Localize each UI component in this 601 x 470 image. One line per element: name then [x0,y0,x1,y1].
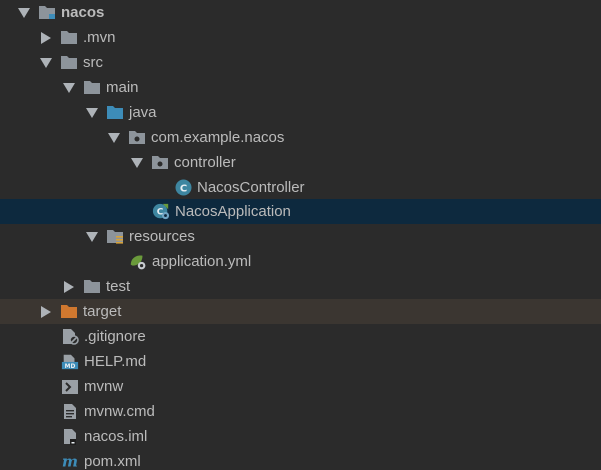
chevron-right-icon[interactable] [38,30,54,46]
chevron-right-icon[interactable] [38,304,54,320]
package-icon [151,155,169,171]
tree-item-nacos-application[interactable]: C NacosApplication [0,199,601,224]
svg-text:MD: MD [65,364,76,370]
tree-item-label: NacosApplication [175,203,291,220]
tree-item-package[interactable]: com.example.nacos [0,125,601,150]
module-folder-icon [38,5,56,21]
tree-item-controller[interactable]: controller [0,150,601,175]
tree-item-label: controller [174,154,236,171]
chevron-down-icon[interactable] [16,5,32,21]
tree-item-mvn[interactable]: .mvn [0,25,601,50]
excluded-folder-icon [60,304,78,320]
tree-item-label: mvnw [84,378,124,395]
tree-item-mvnw-cmd[interactable]: mvnw.cmd [0,399,601,424]
tree-item-nacos[interactable]: nacos [0,0,601,25]
tree-item-label: NacosController [197,179,305,196]
tree-item-application-yml[interactable]: application.yml [0,249,601,274]
tree-item-help-md[interactable]: MD HELP.md [0,349,601,374]
source-folder-icon [106,105,124,121]
tree-item-label: test [106,278,131,295]
chevron-down-icon[interactable] [84,105,100,121]
tree-item-nacos-controller[interactable]: C NacosController [0,175,601,200]
ignored-file-icon [61,329,79,345]
tree-item-pom-xml[interactable]: m pom.xml [0,449,601,470]
module-file-icon [61,429,79,445]
tree-item-label: pom.xml [84,453,141,470]
maven-icon: m [61,453,79,470]
tree-item-label: mvnw.cmd [84,403,155,420]
chevron-down-icon[interactable] [129,155,145,171]
tree-item-test[interactable]: test [0,274,601,299]
tree-item-gitignore[interactable]: .gitignore [0,324,601,349]
tree-item-label: HELP.md [84,353,147,370]
resources-folder-icon [106,229,124,245]
project-tree: nacos .mvn src main java com.example.nac… [0,0,601,470]
tree-item-label: com.example.nacos [151,129,285,146]
svg-text:C: C [179,184,186,195]
spring-config-file-icon [129,254,147,270]
tree-item-label: .mvn [83,29,116,46]
tree-item-target[interactable]: target [0,299,601,324]
tree-item-label: .gitignore [84,328,146,345]
tree-item-mvnw[interactable]: mvnw [0,374,601,399]
folder-icon [60,30,78,46]
folder-icon [60,55,78,71]
tree-item-resources[interactable]: resources [0,224,601,249]
tree-item-label: nacos.iml [84,428,148,445]
chevron-down-icon[interactable] [38,55,54,71]
tree-item-label: src [83,54,103,71]
chevron-down-icon[interactable] [61,80,77,96]
chevron-right-icon[interactable] [61,279,77,295]
svg-text:m: m [62,453,78,470]
tree-item-label: application.yml [152,253,252,270]
tree-item-label: target [83,303,122,320]
chevron-down-icon[interactable] [84,229,100,245]
tree-item-nacos-iml[interactable]: nacos.iml [0,424,601,449]
tree-item-label: main [106,79,139,96]
tree-item-java[interactable]: java [0,100,601,125]
shell-script-icon [61,379,79,395]
tree-item-label: resources [129,228,195,245]
tree-item-main[interactable]: main [0,75,601,100]
folder-icon [83,279,101,295]
tree-item-label: nacos [61,4,105,21]
java-class-icon: C [174,179,192,196]
folder-icon [83,80,101,96]
chevron-down-icon[interactable] [106,130,122,146]
tree-item-label: java [129,104,157,121]
markdown-file-icon: MD [61,354,79,370]
tree-item-src[interactable]: src [0,50,601,75]
text-file-icon [61,404,79,420]
spring-boot-class-icon: C [152,203,170,220]
package-icon [128,130,146,146]
